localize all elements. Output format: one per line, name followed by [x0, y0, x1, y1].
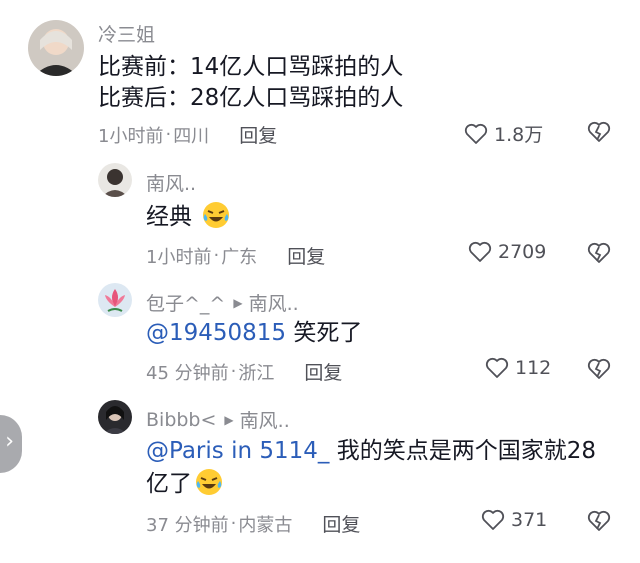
comment-meta: 37 分钟前 · 内蒙古 回复 — [146, 510, 360, 537]
avatar[interactable] — [98, 283, 132, 317]
comment-text: @Paris in 5114_ 我的笑点是两个国家就28 亿了 — [146, 436, 596, 500]
like-count: 112 — [515, 357, 552, 379]
separator: · — [230, 513, 237, 534]
separator: · — [230, 361, 237, 382]
comment-line: 经典 — [146, 204, 192, 230]
avatar[interactable] — [98, 163, 132, 197]
comment-location: 内蒙古 — [238, 514, 293, 536]
broken-heart-icon[interactable] — [586, 509, 612, 533]
laughing-crying-emoji-icon — [196, 469, 222, 495]
reply-to-username[interactable]: 南风.. — [240, 406, 290, 433]
comment-username[interactable]: 包子^_^ ▶ 南风.. — [146, 289, 299, 316]
comment-location: 浙江 — [238, 362, 275, 384]
mention-link[interactable]: @Paris in 5114_ — [146, 438, 329, 464]
separator: · — [165, 124, 172, 145]
avatar[interactable] — [28, 20, 84, 76]
heart-icon — [481, 509, 505, 530]
like-button[interactable]: 371 — [481, 509, 547, 531]
username-text: 包子^_^ — [146, 293, 226, 315]
like-count: 1.8万 — [494, 124, 544, 146]
heart-icon — [485, 357, 509, 378]
broken-heart-icon[interactable] — [586, 241, 612, 265]
reply-button[interactable]: 回复 — [239, 121, 277, 148]
comment-text: 经典 — [146, 200, 231, 233]
side-panel-handle[interactable]: › — [0, 415, 22, 473]
separator: · — [213, 245, 220, 266]
reply-arrow-icon: ▶ — [233, 295, 243, 310]
comment-username[interactable]: 冷三姐 — [98, 20, 155, 47]
comment-meta: 1小时前 · 四川 回复 — [98, 121, 277, 148]
comment-line: 比赛后：28亿人口骂踩拍的人 — [98, 85, 404, 111]
comment-username[interactable]: Bibbb< ▶ 南风.. — [146, 406, 290, 433]
broken-heart-icon[interactable] — [586, 120, 612, 144]
comment-location: 广东 — [221, 246, 258, 268]
comment-line: 比赛前：14亿人口骂踩拍的人 — [98, 54, 404, 80]
reply-button[interactable]: 回复 — [322, 510, 360, 537]
avatar[interactable] — [98, 400, 132, 434]
heart-icon — [464, 123, 488, 144]
heart-icon — [468, 241, 492, 262]
reply-to-username[interactable]: 南风.. — [249, 289, 299, 316]
comment-line: 我的笑点是两个国家就28 — [329, 438, 596, 464]
username-text: 冷三姐 — [98, 24, 156, 46]
mention-link[interactable]: @19450815 — [146, 320, 286, 346]
like-button[interactable]: 112 — [485, 357, 551, 379]
laughing-crying-emoji-icon — [203, 202, 230, 228]
username-text: 南风.. — [146, 173, 197, 195]
like-count: 2709 — [498, 241, 547, 263]
chevron-right-icon: › — [5, 429, 14, 454]
comment-time: 1小时前 — [98, 125, 164, 147]
reply-button[interactable]: 回复 — [287, 242, 325, 269]
username-text: Bibbb< — [146, 408, 217, 431]
like-button[interactable]: 1.8万 — [464, 120, 543, 147]
comment-meta: 1小时前 · 广东 回复 — [146, 242, 325, 269]
comment-location: 四川 — [173, 125, 210, 147]
comment-text: 比赛前：14亿人口骂踩拍的人 比赛后：28亿人口骂踩拍的人 — [98, 52, 403, 114]
reply-arrow-icon: ▶ — [224, 412, 234, 427]
comment-line: 亿了 — [146, 471, 192, 497]
broken-heart-icon[interactable] — [586, 357, 612, 381]
comment-username[interactable]: 南风.. — [146, 169, 196, 196]
comment-time: 45 分钟前 — [146, 362, 229, 384]
comment-line: 笑死了 — [286, 320, 363, 346]
comment-time: 37 分钟前 — [146, 514, 229, 536]
like-count: 371 — [511, 509, 548, 531]
comment-meta: 45 分钟前 · 浙江 回复 — [146, 358, 342, 385]
like-button[interactable]: 2709 — [468, 241, 546, 263]
comment-time: 1小时前 — [146, 246, 212, 268]
reply-button[interactable]: 回复 — [304, 358, 342, 385]
comment-text: @19450815 笑死了 — [146, 318, 362, 349]
